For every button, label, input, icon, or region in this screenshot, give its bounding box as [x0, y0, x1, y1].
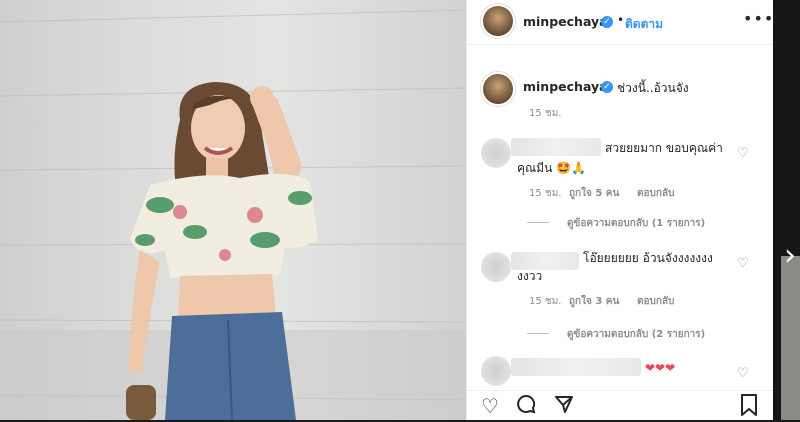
comment-text-cont: คุณมีน 🤩🙏 [517, 161, 586, 175]
comment-avatar[interactable] [481, 138, 511, 168]
comment-text-cont: งงวว [517, 269, 543, 283]
comment-text: โอ๊ยยยยยย อ้วนจังงงงงงง [583, 251, 713, 265]
post-details-panel: minpechaya ✓ • ติดตาม ••• minpechaya ✓ ช… [466, 0, 773, 420]
heart-icon[interactable]: ♡ [737, 146, 749, 161]
reply-button[interactable]: ตอบกลับ [637, 294, 674, 309]
comment-likes[interactable]: ถูกใจ 5 คน [569, 186, 619, 201]
share-icon[interactable] [553, 393, 575, 420]
avatar[interactable] [481, 4, 515, 38]
comment-timestamp: 15 ชม. [529, 296, 562, 307]
replies-divider [527, 222, 549, 223]
caption-username[interactable]: minpechaya [523, 79, 608, 94]
view-replies-link[interactable]: ดูข้อความตอบกลับ (2 รายการ) [567, 327, 705, 342]
comment-text: ❤❤❤ [645, 361, 676, 375]
comment-timestamp: 15 ชม. [529, 188, 562, 199]
verified-badge-icon: ✓ [601, 16, 613, 28]
comment-username-redacted[interactable] [511, 138, 601, 156]
comment-avatar[interactable] [481, 356, 511, 386]
username-link[interactable]: minpechaya [523, 14, 608, 29]
bookmark-icon[interactable] [739, 393, 759, 422]
verified-badge-icon: ✓ [601, 81, 613, 93]
heart-icon[interactable]: ♡ [737, 366, 749, 381]
separator-dot: • [617, 13, 625, 27]
action-bar: ♡ [467, 390, 773, 421]
more-options-icon[interactable]: ••• [743, 9, 774, 28]
reply-button[interactable]: ตอบกลับ [637, 186, 674, 201]
caption-timestamp: 15 ชม. [529, 108, 562, 119]
caption-avatar[interactable] [481, 72, 515, 106]
comment-avatar[interactable] [481, 252, 511, 282]
comment-likes[interactable]: ถูกใจ 3 คน [569, 294, 619, 309]
next-post-preview[interactable] [781, 256, 800, 420]
comment-text: สวยยยมาก ขอบคุณค่า [605, 141, 723, 155]
heart-icon[interactable]: ♡ [481, 394, 499, 418]
comment-icon[interactable] [515, 393, 537, 420]
follow-button[interactable]: ติดตาม [625, 15, 663, 34]
chevron-right-icon[interactable]: › [784, 240, 800, 272]
post-header: minpechaya ✓ • ติดตาม ••• [467, 0, 773, 45]
post-photo[interactable] [0, 0, 466, 420]
post-photo-image [0, 9, 466, 420]
caption-text: ช่วงนี้..อ้วนจัง [617, 81, 689, 95]
replies-divider [527, 333, 549, 334]
comment-username-redacted[interactable] [511, 358, 641, 376]
heart-icon[interactable]: ♡ [737, 256, 749, 271]
view-replies-link[interactable]: ดูข้อความตอบกลับ (1 รายการ) [567, 216, 705, 231]
